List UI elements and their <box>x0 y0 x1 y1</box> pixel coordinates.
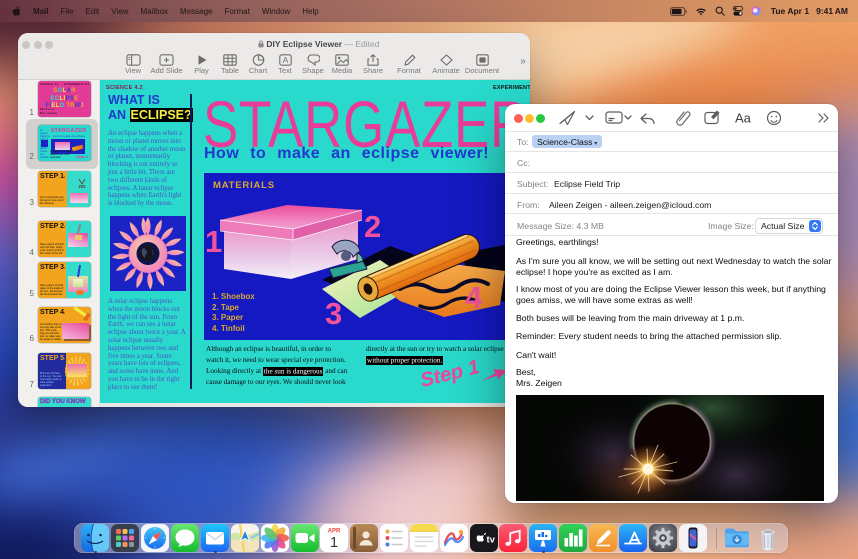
svg-text:APR: APR <box>328 529 341 535</box>
svg-text:tv: tv <box>487 535 496 546</box>
svg-text:1: 1 <box>330 535 338 551</box>
